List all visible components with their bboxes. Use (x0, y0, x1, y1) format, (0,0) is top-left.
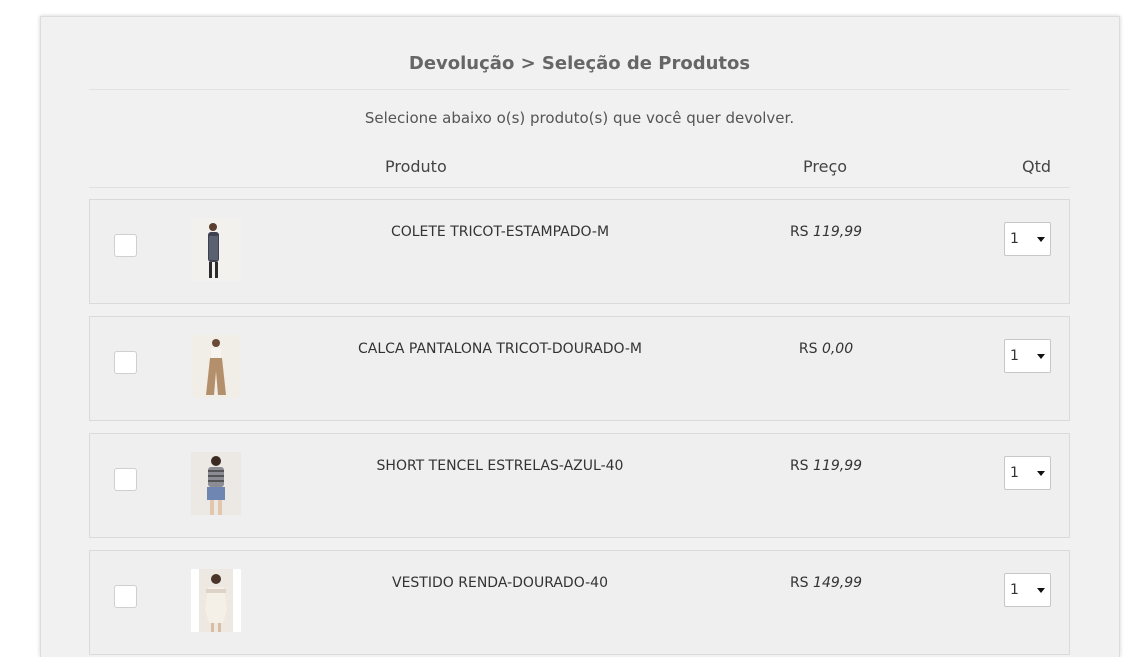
price-value: 119,99 (813, 224, 863, 240)
qty-value: 1 (1010, 231, 1019, 247)
qty-select[interactable]: 1 (1004, 573, 1051, 607)
qty-select[interactable]: 1 (1004, 456, 1051, 490)
product-name: CALCA PANTALONA TRICOT-DOURADO-M (357, 341, 643, 357)
title-divider (89, 89, 1070, 90)
qty-select[interactable]: 1 (1004, 222, 1051, 256)
price-currency: RS (789, 575, 809, 591)
product-price: RS 119,99 (766, 458, 886, 474)
product-price: RS 119,99 (766, 224, 886, 240)
select-product-checkbox[interactable] (114, 468, 137, 491)
product-row: COLETE TRICOT-ESTAMPADO-M RS 119,99 1 (89, 199, 1070, 304)
caret-down-icon (1037, 471, 1045, 476)
column-header-qty: Qtd (1022, 157, 1052, 176)
price-value: 149,99 (813, 575, 863, 591)
product-price: RS 149,99 (766, 575, 886, 591)
product-thumbnail (191, 452, 241, 515)
header-divider (89, 187, 1070, 188)
column-header-price: Preço (803, 157, 848, 176)
price-currency: RS (789, 458, 809, 474)
product-name: SHORT TENCEL ESTRELAS-AZUL-40 (376, 458, 624, 474)
product-thumbnail (191, 335, 241, 398)
select-product-checkbox[interactable] (114, 585, 137, 608)
product-name: COLETE TRICOT-ESTAMPADO-M (390, 224, 610, 240)
product-price: RS 0,00 (766, 341, 886, 357)
product-row: VESTIDO RENDA-DOURADO-40 RS 149,99 1 (89, 550, 1070, 655)
caret-down-icon (1037, 237, 1045, 242)
product-thumbnail (191, 218, 241, 281)
product-thumbnail (191, 569, 241, 632)
caret-down-icon (1037, 588, 1045, 593)
qty-select[interactable]: 1 (1004, 339, 1051, 373)
price-value: 0,00 (821, 341, 854, 357)
qty-value: 1 (1010, 465, 1019, 481)
qty-value: 1 (1010, 582, 1019, 598)
select-product-checkbox[interactable] (114, 234, 137, 257)
product-row: SHORT TENCEL ESTRELAS-AZUL-40 RS 119,99 … (89, 433, 1070, 538)
price-currency: RS (789, 224, 809, 240)
return-panel: Devolução > Seleção de Produtos Selecion… (40, 16, 1120, 657)
qty-value: 1 (1010, 348, 1019, 364)
product-row: CALCA PANTALONA TRICOT-DOURADO-M RS 0,00… (89, 316, 1070, 421)
product-name: VESTIDO RENDA-DOURADO-40 (392, 575, 608, 591)
select-product-checkbox[interactable] (114, 351, 137, 374)
page-title: Devolução > Seleção de Produtos (408, 53, 751, 74)
column-header-product: Produto (385, 157, 447, 176)
caret-down-icon (1037, 354, 1045, 359)
price-currency: RS (798, 341, 818, 357)
price-value: 119,99 (813, 458, 863, 474)
page-subtitle: Selecione abaixo o(s) produto(s) que voc… (364, 109, 795, 127)
